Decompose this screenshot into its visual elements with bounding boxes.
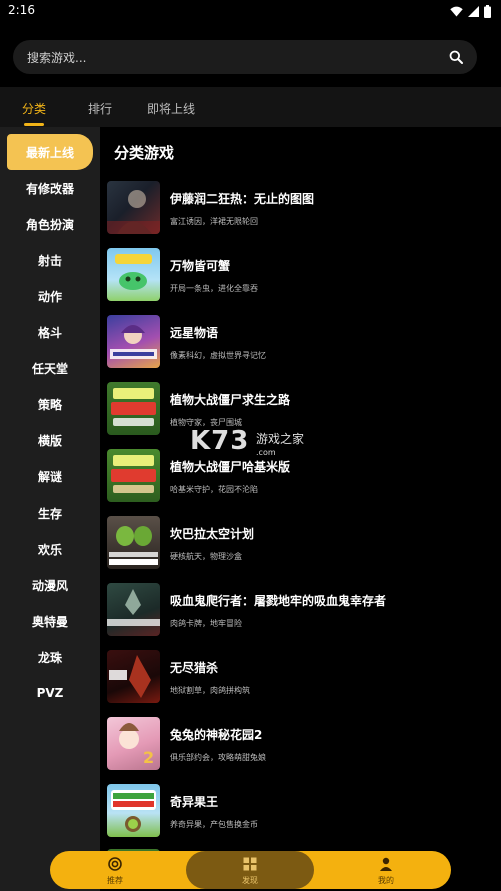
game-list-item[interactable]: 万物皆可蟹 开局一条虫，进化全靠吞 bbox=[107, 248, 497, 304]
status-bar: 2:16 bbox=[0, 0, 501, 24]
game-title: 远星物语 bbox=[170, 326, 219, 340]
watermark-text: 游戏之家 bbox=[256, 432, 305, 446]
person-icon bbox=[380, 857, 392, 871]
sidebar-item-survival[interactable]: 生存 bbox=[0, 495, 100, 531]
nav-profile[interactable]: 我的 bbox=[346, 851, 426, 889]
status-time: 2:16 bbox=[8, 3, 35, 17]
wifi-icon bbox=[450, 6, 463, 16]
sidebar-item-puzzle[interactable]: 解谜 bbox=[0, 458, 100, 494]
game-description: 像素科幻，虚拟世界寻记忆 bbox=[170, 351, 266, 360]
game-description: 地狱割草，肉鸽拼构筑 bbox=[170, 686, 250, 695]
sidebar-item-modifier[interactable]: 有修改器 bbox=[0, 170, 100, 206]
game-title: 万物皆可蟹 bbox=[170, 259, 231, 273]
section-title: 分类游戏 bbox=[114, 144, 175, 162]
sidebar-item-newest[interactable]: 最新上线 bbox=[7, 134, 93, 170]
game-title: 植物大战僵尸求生之路 bbox=[170, 393, 291, 407]
game-thumbnail bbox=[107, 784, 160, 837]
svg-text:2: 2 bbox=[143, 748, 154, 767]
game-title: 无尽猎杀 bbox=[170, 661, 219, 675]
game-description: 富江诱因，洋裙无限轮回 bbox=[170, 217, 258, 226]
game-thumbnail bbox=[107, 248, 160, 301]
game-title: 兔兔的神秘花园2 bbox=[170, 728, 263, 742]
bottom-navigation: 推荐 发现 我的 bbox=[50, 851, 451, 889]
sidebar-item-anime[interactable]: 动漫风 bbox=[0, 567, 100, 603]
game-thumbnail bbox=[107, 181, 160, 234]
category-sidebar: 最新上线 有修改器 角色扮演 射击 动作 格斗 任天堂 策略 横版 解谜 生存 … bbox=[0, 127, 100, 891]
game-list-item[interactable]: 远星物语 像素科幻，虚拟世界寻记忆 bbox=[107, 315, 497, 371]
game-thumbnail bbox=[107, 650, 160, 703]
search-input[interactable]: 搜索游戏... bbox=[13, 40, 477, 74]
sidebar-item-strategy[interactable]: 策略 bbox=[0, 386, 100, 422]
game-description: 俱乐部约会，攻略萌甜兔娘 bbox=[170, 753, 266, 762]
sidebar-item-fighting[interactable]: 格斗 bbox=[0, 314, 100, 350]
game-description: 哈基米守护，花园不沦陷 bbox=[170, 485, 258, 494]
game-title: 吸血鬼爬行者：屠戮地牢的吸血鬼幸存者 bbox=[170, 594, 387, 608]
site-watermark: K73 游戏之家 .com bbox=[190, 426, 330, 468]
nav-label: 推荐 bbox=[107, 876, 123, 885]
game-thumbnail bbox=[107, 382, 160, 435]
sidebar-item-fun[interactable]: 欢乐 bbox=[0, 531, 100, 567]
status-icons bbox=[450, 4, 491, 18]
battery-icon bbox=[484, 4, 491, 18]
game-description: 肉鸽卡牌，地牢冒险 bbox=[170, 619, 242, 628]
tab-bar: 分类 排行 即将上线 bbox=[0, 87, 501, 127]
nav-discover[interactable]: 发现 bbox=[186, 851, 314, 889]
game-thumbnail bbox=[107, 516, 160, 569]
sidebar-item-rpg[interactable]: 角色扮演 bbox=[0, 206, 100, 242]
game-list-item[interactable]: 坎巴拉太空计划 硬核航天，物理沙盒 bbox=[107, 516, 497, 572]
sidebar-item-action[interactable]: 动作 bbox=[0, 278, 100, 314]
tab-upcoming[interactable]: 即将上线 bbox=[147, 100, 195, 117]
game-description: 硬核航天，物理沙盒 bbox=[170, 552, 242, 561]
game-list-item[interactable]: 2 兔兔的神秘花园2 俱乐部约会，攻略萌甜兔娘 bbox=[107, 717, 497, 773]
game-list-panel: 分类游戏 伊藤润二狂热：无止的图图 富江诱因，洋裙无限轮回 万物皆可蟹 开局一条… bbox=[100, 127, 501, 891]
game-title: 奇异果王 bbox=[170, 795, 219, 809]
signal-icon bbox=[468, 5, 479, 17]
tab-ranking[interactable]: 排行 bbox=[88, 100, 112, 117]
search-icon[interactable] bbox=[449, 50, 463, 64]
sidebar-item-nintendo[interactable]: 任天堂 bbox=[0, 350, 100, 386]
nav-label: 发现 bbox=[242, 876, 258, 885]
game-title: 伊藤润二狂热：无止的图图 bbox=[170, 192, 315, 206]
tab-category[interactable]: 分类 bbox=[22, 100, 46, 117]
target-icon bbox=[108, 857, 122, 871]
game-list-item[interactable]: 伊藤润二狂热：无止的图图 富江诱因，洋裙无限轮回 bbox=[107, 181, 497, 237]
sidebar-item-sidescroller[interactable]: 横版 bbox=[0, 422, 100, 458]
sidebar-item-shooter[interactable]: 射击 bbox=[0, 242, 100, 278]
game-thumbnail: 2 bbox=[107, 717, 160, 770]
game-thumbnail bbox=[107, 449, 160, 502]
game-title: 坎巴拉太空计划 bbox=[170, 527, 255, 541]
tab-indicator bbox=[24, 123, 44, 126]
game-thumbnail bbox=[107, 315, 160, 368]
watermark-url: .com bbox=[256, 448, 276, 457]
game-list-item[interactable]: 吸血鬼爬行者：屠戮地牢的吸血鬼幸存者 肉鸽卡牌，地牢冒险 bbox=[107, 583, 497, 639]
game-list-item[interactable]: 无尽猎杀 地狱割草，肉鸽拼构筑 bbox=[107, 650, 497, 706]
sidebar-item-pvz[interactable]: PVZ bbox=[0, 675, 100, 711]
nav-recommend[interactable]: 推荐 bbox=[75, 851, 155, 889]
game-description: 养奇异果，产包售换金币 bbox=[170, 820, 258, 829]
grid-icon bbox=[243, 857, 257, 871]
game-thumbnail bbox=[107, 583, 160, 636]
game-description: 开局一条虫，进化全靠吞 bbox=[170, 284, 258, 293]
sidebar-item-ultraman[interactable]: 奥特曼 bbox=[0, 603, 100, 639]
search-placeholder: 搜索游戏... bbox=[27, 51, 87, 65]
sidebar-item-dragonball[interactable]: 龙珠 bbox=[0, 639, 100, 675]
watermark-logo: K73 bbox=[190, 426, 250, 456]
nav-label: 我的 bbox=[378, 876, 394, 885]
game-list-item[interactable]: 奇异果王 养奇异果，产包售换金币 bbox=[107, 784, 497, 840]
